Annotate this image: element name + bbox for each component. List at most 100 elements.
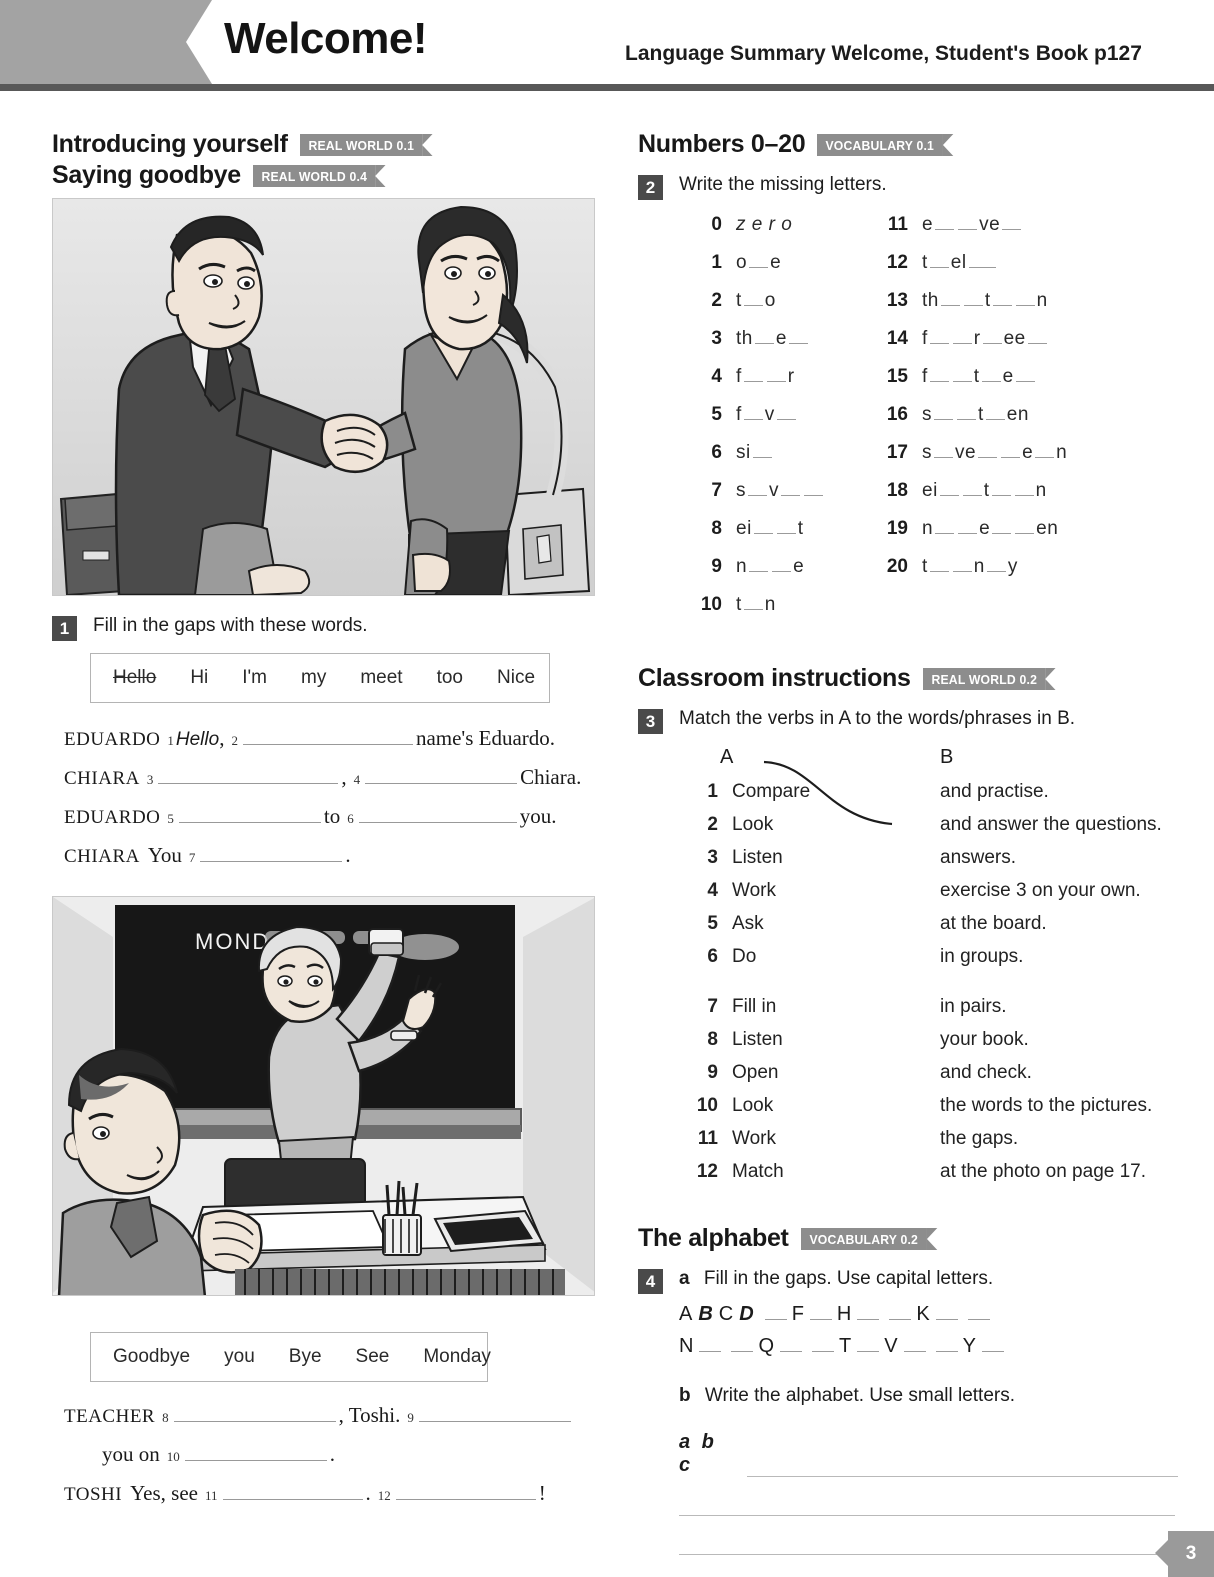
match-row[interactable]: 7 Fill in in pairs. — [688, 996, 1178, 1029]
number-item-3[interactable]: 3 th e — [688, 328, 874, 366]
number-item-13[interactable]: 13 th t n — [874, 290, 1134, 328]
alphabet-gap[interactable] — [935, 1304, 958, 1320]
alphabet-gap[interactable] — [812, 1336, 835, 1352]
row-verb[interactable]: Work — [732, 1128, 940, 1150]
row-phrase[interactable]: the words to the pictures. — [940, 1095, 1178, 1117]
wordbank-word-hi[interactable]: Hi — [190, 667, 208, 689]
number-item-7[interactable]: 7 sv — [688, 480, 874, 518]
match-row[interactable]: 2 Look and answer the questions. — [688, 814, 1178, 847]
row-verb[interactable]: Listen — [732, 1029, 940, 1051]
wordbank-word-bye[interactable]: Bye — [289, 1346, 322, 1368]
number-item-1[interactable]: 1 oe — [688, 252, 874, 290]
match-row[interactable]: 3 Listen answers. — [688, 847, 1178, 880]
match-row[interactable]: 12 Match at the photo on page 17. — [688, 1161, 1178, 1194]
alphabet-line-capitals-2[interactable]: N Q T V Y — [679, 1335, 1178, 1358]
alphabet-gap[interactable] — [764, 1304, 787, 1320]
row-verb[interactable]: Match — [732, 1161, 940, 1183]
row-verb[interactable]: Ask — [732, 913, 940, 935]
row-phrase[interactable]: in pairs. — [940, 996, 1178, 1018]
answer-blank-8[interactable] — [173, 1402, 336, 1422]
badge-vocabulary-0-2[interactable]: VOCABULARY 0.2 — [800, 1227, 936, 1250]
badge-vocabulary-0-1[interactable]: VOCABULARY 0.1 — [817, 133, 953, 156]
row-phrase[interactable]: at the photo on page 17. — [940, 1161, 1178, 1183]
alphabet-gap[interactable] — [903, 1336, 926, 1352]
number-item-18[interactable]: 18 ei t n — [874, 480, 1134, 518]
alphabet-line-small[interactable]: a b c — [679, 1431, 1178, 1477]
row-verb[interactable]: Compare — [732, 781, 940, 803]
alphabet-gap[interactable] — [809, 1304, 832, 1320]
row-phrase[interactable]: and practise. — [940, 781, 1178, 803]
wordbank-word-goodbye[interactable]: Goodbye — [113, 1346, 190, 1368]
answer-blank-10[interactable] — [184, 1441, 327, 1461]
answer-blank-2[interactable] — [242, 725, 413, 745]
row-phrase[interactable]: answers. — [940, 847, 1178, 869]
badge-real-world-0-2[interactable]: REAL WORLD 0.2 — [922, 667, 1056, 690]
number-item-9[interactable]: 9 ne — [688, 556, 874, 594]
wordbank-word-you[interactable]: you — [224, 1346, 255, 1368]
answer-blank-7[interactable] — [200, 842, 343, 862]
row-phrase[interactable]: your book. — [940, 1029, 1178, 1051]
row-verb[interactable]: Look — [732, 814, 940, 836]
row-verb[interactable]: Listen — [732, 847, 940, 869]
wordbank-word-nice[interactable]: Nice — [497, 667, 535, 689]
wordbank-word-im[interactable]: I'm — [242, 667, 267, 689]
number-item-10[interactable]: 10 tn — [688, 594, 874, 632]
match-row[interactable]: 6 Do in groups. — [688, 946, 1178, 979]
badge-real-world-0-1[interactable]: REAL WORLD 0.1 — [299, 133, 433, 156]
number-item-19[interactable]: 19 n e en — [874, 518, 1134, 556]
match-row[interactable]: 4 Work exercise 3 on your own. — [688, 880, 1178, 913]
answer-hello[interactable]: Hello — [176, 729, 219, 751]
alphabet-gap[interactable] — [935, 1336, 958, 1352]
answer-blank-9[interactable] — [418, 1402, 571, 1422]
alphabet-gap[interactable] — [780, 1336, 803, 1352]
number-item-5[interactable]: 5 fv — [688, 404, 874, 442]
match-row[interactable]: 10 Look the words to the pictures. — [688, 1095, 1178, 1128]
answer-blank-5[interactable] — [178, 803, 321, 823]
row-verb[interactable]: Fill in — [732, 996, 940, 1018]
wordbank-word-too[interactable]: too — [437, 667, 463, 689]
match-row[interactable]: 9 Open and check. — [688, 1062, 1178, 1095]
alphabet-gap[interactable] — [967, 1304, 990, 1320]
number-item-0[interactable]: 0 z e r o — [688, 214, 874, 252]
alphabet-write-line-2[interactable] — [679, 1514, 1175, 1516]
alphabet-gap[interactable] — [699, 1336, 722, 1352]
match-row[interactable]: 11 Work the gaps. — [688, 1128, 1178, 1161]
number-item-20[interactable]: 20 tny — [874, 556, 1134, 594]
answer-blank-3[interactable] — [158, 764, 339, 784]
wordbank-word-hello[interactable]: Hello — [113, 667, 156, 689]
row-verb[interactable]: Work — [732, 880, 940, 902]
alphabet-gap[interactable] — [857, 1336, 880, 1352]
alphabet-write-line-3[interactable] — [679, 1553, 1175, 1555]
number-item-16[interactable]: 16 s t en — [874, 404, 1134, 442]
alphabet-gap[interactable] — [981, 1336, 1004, 1352]
wordbank-word-meet[interactable]: meet — [360, 667, 402, 689]
match-row[interactable]: 5 Ask at the board. — [688, 913, 1178, 946]
number-item-2[interactable]: 2 to — [688, 290, 874, 328]
answer-blank-4[interactable] — [365, 764, 518, 784]
wordbank-word-see[interactable]: See — [356, 1346, 390, 1368]
row-phrase[interactable]: the gaps. — [940, 1128, 1178, 1150]
row-phrase[interactable]: exercise 3 on your own. — [940, 880, 1178, 902]
wordbank-word-monday[interactable]: Monday — [423, 1346, 491, 1368]
number-item-12[interactable]: 12 t el — [874, 252, 1134, 290]
number-item-6[interactable]: 6 si — [688, 442, 874, 480]
row-phrase[interactable]: and answer the questions. — [940, 814, 1178, 836]
answer-blank-12[interactable] — [395, 1480, 536, 1500]
alphabet-gap[interactable] — [889, 1304, 912, 1320]
answer-blank-6[interactable] — [358, 803, 517, 823]
row-phrase[interactable]: in groups. — [940, 946, 1178, 968]
row-phrase[interactable]: and check. — [940, 1062, 1178, 1084]
row-verb[interactable]: Open — [732, 1062, 940, 1084]
number-item-14[interactable]: 14 f r ee — [874, 328, 1134, 366]
alphabet-gap[interactable] — [731, 1336, 754, 1352]
answer-blank-11[interactable] — [222, 1480, 363, 1500]
row-verb[interactable]: Look — [732, 1095, 940, 1117]
wordbank-word-my[interactable]: my — [301, 667, 326, 689]
number-item-8[interactable]: 8 ei t — [688, 518, 874, 556]
alphabet-write-line-1[interactable] — [746, 1461, 1178, 1477]
number-item-4[interactable]: 4 fr — [688, 366, 874, 404]
badge-real-world-0-4[interactable]: REAL WORLD 0.4 — [252, 164, 387, 187]
row-verb[interactable]: Do — [732, 946, 940, 968]
match-row[interactable]: 1 Compare and practise. — [688, 781, 1178, 814]
match-row[interactable]: 8 Listen your book. — [688, 1029, 1178, 1062]
